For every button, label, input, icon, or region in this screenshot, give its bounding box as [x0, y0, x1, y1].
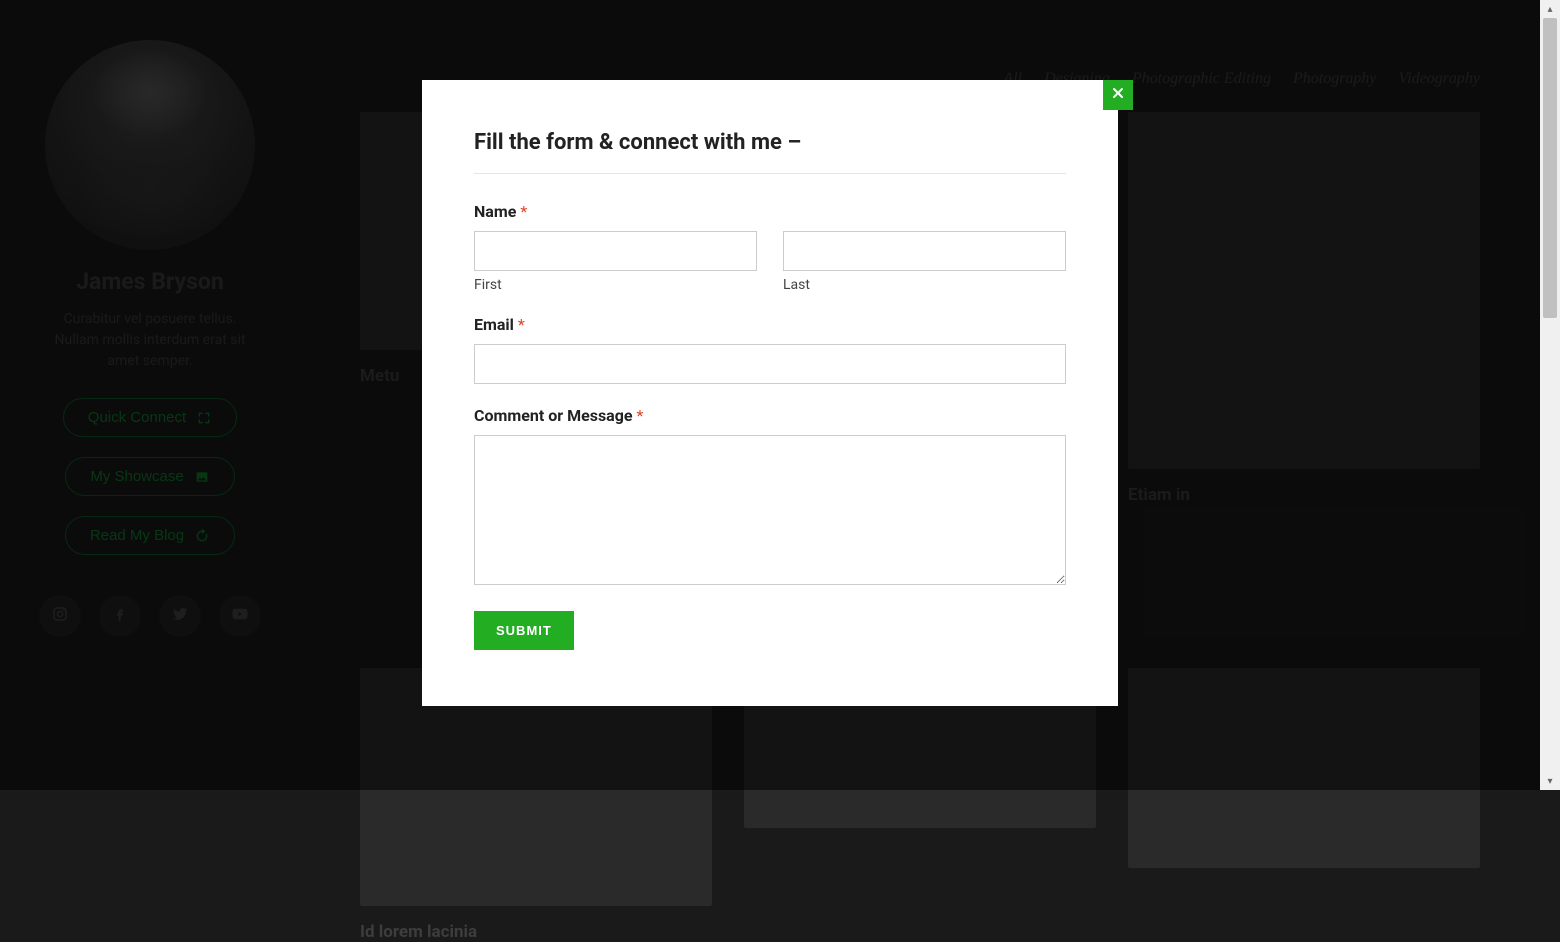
email-label: Email * [474, 315, 1066, 334]
window-scrollbar[interactable]: ▴ ▾ [1540, 0, 1560, 790]
email-label-text: Email [474, 315, 518, 334]
close-icon [1110, 85, 1126, 106]
modal-title: Fill the form & connect with me – [474, 130, 1066, 155]
scroll-track[interactable] [1540, 18, 1560, 772]
scroll-up-arrow[interactable]: ▴ [1540, 0, 1560, 18]
required-marker: * [520, 202, 527, 221]
submit-button[interactable]: SUBMIT [474, 611, 574, 650]
required-marker: * [637, 406, 644, 425]
required-marker: * [518, 315, 525, 334]
scroll-thumb[interactable] [1543, 18, 1557, 318]
name-label: Name * [474, 202, 1066, 221]
scroll-down-arrow[interactable]: ▾ [1540, 772, 1560, 790]
comment-textarea[interactable] [474, 435, 1066, 585]
first-sublabel: First [474, 277, 757, 293]
contact-modal: Fill the form & connect with me – Name *… [422, 80, 1118, 706]
last-name-input[interactable] [783, 231, 1066, 271]
comment-label: Comment or Message * [474, 406, 1066, 425]
modal-overlay[interactable]: Fill the form & connect with me – Name *… [0, 0, 1540, 790]
divider [474, 173, 1066, 174]
email-input[interactable] [474, 344, 1066, 384]
card-title: Id lorem lacinia [360, 922, 712, 942]
first-name-input[interactable] [474, 231, 757, 271]
name-label-text: Name [474, 202, 520, 221]
comment-label-text: Comment or Message [474, 406, 637, 425]
last-sublabel: Last [783, 277, 1066, 293]
modal-close-button[interactable] [1103, 80, 1133, 110]
